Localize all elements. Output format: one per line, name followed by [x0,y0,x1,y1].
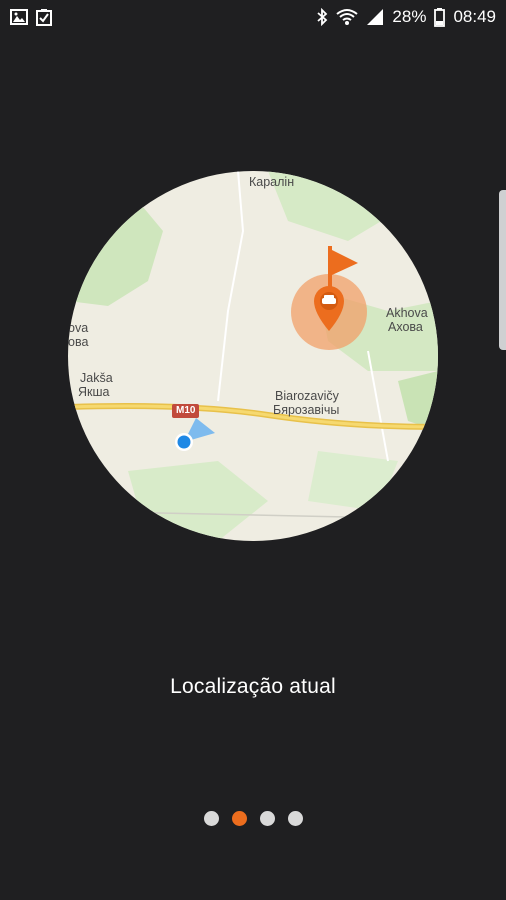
place-label-akhova: Akhova [386,306,428,320]
map-base [68,171,438,541]
map-preview: Каралін Akhova Ахова ova ова Jakša Якша … [68,171,438,541]
status-bar: 28% 08:49 [0,0,506,34]
road-shield-m10: M10 [172,404,200,418]
place-label-biarozavicy-cyr: Бярозавічы [273,403,340,417]
page-dot-2-active[interactable] [231,811,247,826]
battery-percent: 28% [392,7,427,26]
page-dot-1[interactable] [203,811,219,826]
onboarding-caption: Localização atual [170,675,336,698]
clock: 08:49 [453,7,496,26]
checklist-icon [36,8,52,26]
place-label-karalin: Каралін [249,175,295,189]
page-dot-4[interactable] [287,811,303,826]
place-label-partial-1: ova [68,321,89,335]
edge-panel-handle[interactable] [499,190,506,350]
place-label-jaksa-cyr: Якша [78,385,110,399]
place-label-akhova-cyr: Ахова [388,320,423,334]
place-label-jaksa: Jakša [80,371,113,385]
battery-icon [434,7,446,27]
image-icon [10,9,28,25]
place-label-partial-2: ова [68,335,89,349]
wifi-icon [336,8,359,26]
signal-icon [366,8,384,26]
page-dot-3[interactable] [259,811,275,826]
place-label-biarozavicy: Biarozavičy [275,389,339,403]
bluetooth-icon [316,8,328,26]
pagination-dots [0,811,506,826]
